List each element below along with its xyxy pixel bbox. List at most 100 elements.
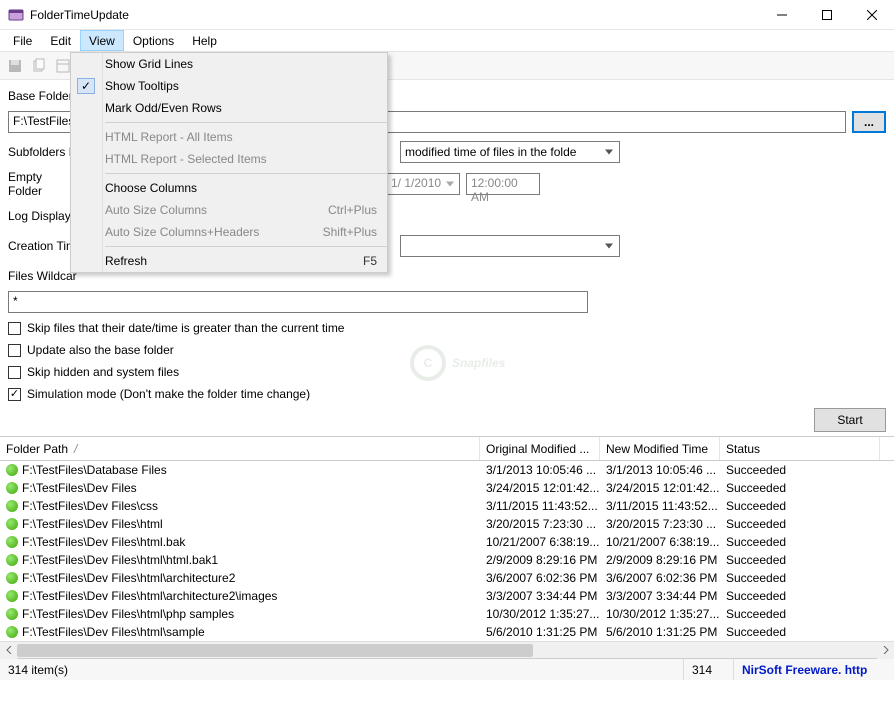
col-header-new[interactable]: New Modified Time xyxy=(600,437,720,460)
checkbox-skip-hidden[interactable] xyxy=(8,366,21,379)
creation-time-dropdown[interactable] xyxy=(400,235,620,257)
table-row[interactable]: F:\TestFiles\Dev Files\html\html.bak1 2/9… xyxy=(0,551,894,569)
status-link[interactable]: NirSoft Freeware. http xyxy=(734,659,894,680)
cell-new: 3/3/2007 3:34:44 PM xyxy=(600,589,720,603)
table-row[interactable]: F:\TestFiles\Dev Files\css 3/11/2015 11:4… xyxy=(0,497,894,515)
status-ok-icon xyxy=(6,572,18,584)
close-button[interactable] xyxy=(849,0,894,29)
table-row[interactable]: F:\TestFiles\Dev Files\html\architecture… xyxy=(0,569,894,587)
status-ok-icon xyxy=(6,590,18,602)
cell-path: F:\TestFiles\Dev Files\html\html.bak1 xyxy=(22,553,218,567)
cell-path: F:\TestFiles\Dev Files xyxy=(22,481,137,495)
cell-path: F:\TestFiles\Dev Files\html xyxy=(22,517,163,531)
menu-html-report-all[interactable]: HTML Report - All Items xyxy=(71,126,387,148)
cell-status: Succeeded xyxy=(720,463,880,477)
cell-status: Succeeded xyxy=(720,517,880,531)
cell-status: Succeeded xyxy=(720,625,880,639)
cell-orig: 10/21/2007 6:38:19... xyxy=(480,535,600,549)
menu-help[interactable]: Help xyxy=(183,30,226,51)
wildcard-label: Files Wildcar xyxy=(8,269,78,283)
status-ok-icon xyxy=(6,536,18,548)
start-button[interactable]: Start xyxy=(814,408,886,432)
menu-edit[interactable]: Edit xyxy=(41,30,80,51)
horizontal-scrollbar[interactable] xyxy=(0,641,894,658)
status-ok-icon xyxy=(6,464,18,476)
cell-path: F:\TestFiles\Dev Files\html\sample xyxy=(22,625,205,639)
subfolders-mode-dropdown[interactable]: modified time of files in the folde xyxy=(400,141,620,163)
cell-orig: 3/6/2007 6:02:36 PM xyxy=(480,571,600,585)
scroll-thumb[interactable] xyxy=(17,644,533,657)
cell-orig: 3/3/2007 3:34:44 PM xyxy=(480,589,600,603)
watermark: C Snapfiles xyxy=(410,345,505,381)
copy-icon[interactable] xyxy=(30,57,48,75)
checkbox-simulation[interactable] xyxy=(8,388,21,401)
browse-button[interactable]: ... xyxy=(852,111,886,133)
table-row[interactable]: F:\TestFiles\Dev Files\html 3/20/2015 7:2… xyxy=(0,515,894,533)
scroll-left-icon[interactable] xyxy=(0,642,17,659)
col-header-status[interactable]: Status xyxy=(720,437,880,460)
menu-show-tooltips[interactable]: ✓Show Tooltips xyxy=(71,75,387,97)
cell-path: F:\TestFiles\Database Files xyxy=(22,463,167,477)
minimize-button[interactable] xyxy=(759,0,804,29)
menu-file[interactable]: File xyxy=(4,30,41,51)
app-icon xyxy=(8,7,24,23)
cell-orig: 3/24/2015 12:01:42... xyxy=(480,481,600,495)
cell-path: F:\TestFiles\Dev Files\html\php samples xyxy=(22,607,234,621)
cell-path: F:\TestFiles\Dev Files\css xyxy=(22,499,158,513)
time-picker[interactable]: 12:00:00 AM xyxy=(466,173,540,195)
cell-new: 3/20/2015 7:23:30 ... xyxy=(600,517,720,531)
cell-new: 3/11/2015 11:43:52... xyxy=(600,499,720,513)
checkbox-simulation-label: Simulation mode (Don't make the folder t… xyxy=(27,387,310,401)
table-row[interactable]: F:\TestFiles\Dev Files\html\php samples 1… xyxy=(0,605,894,623)
status-count: 314 xyxy=(684,659,734,680)
creation-time-label: Creation Tim xyxy=(8,239,78,253)
cell-status: Succeeded xyxy=(720,607,880,621)
checkbox-update-base[interactable] xyxy=(8,344,21,357)
cell-new: 10/30/2012 1:35:27... xyxy=(600,607,720,621)
status-ok-icon xyxy=(6,554,18,566)
cell-orig: 2/9/2009 8:29:16 PM xyxy=(480,553,600,567)
cell-new: 3/24/2015 12:01:42... xyxy=(600,481,720,495)
status-ok-icon xyxy=(6,608,18,620)
table-row[interactable]: F:\TestFiles\Dev Files\html.bak 10/21/200… xyxy=(0,533,894,551)
menu-choose-columns[interactable]: Choose Columns xyxy=(71,177,387,199)
status-item-count: 314 item(s) xyxy=(0,659,684,680)
menu-refresh[interactable]: RefreshF5 xyxy=(71,250,387,272)
status-ok-icon xyxy=(6,482,18,494)
base-folder-label: Base Folder: xyxy=(8,89,78,103)
menu-options[interactable]: Options xyxy=(124,30,183,51)
cell-status: Succeeded xyxy=(720,589,880,603)
subfolders-label: Subfolders D xyxy=(8,145,78,159)
date-picker[interactable]: 1/ 1/2010 xyxy=(386,173,460,195)
table-row[interactable]: F:\TestFiles\Database Files 3/1/2013 10:0… xyxy=(0,461,894,479)
statusbar: 314 item(s) 314 NirSoft Freeware. http xyxy=(0,658,894,680)
cell-path: F:\TestFiles\Dev Files\html.bak xyxy=(22,535,185,549)
save-icon[interactable] xyxy=(6,57,24,75)
checkbox-skip-hidden-label: Skip hidden and system files xyxy=(27,365,179,379)
scroll-right-icon[interactable] xyxy=(877,642,894,659)
view-dropdown-menu: Show Grid Lines ✓Show Tooltips Mark Odd/… xyxy=(70,52,388,273)
table-row[interactable]: F:\TestFiles\Dev Files\html\sample 5/6/20… xyxy=(0,623,894,641)
table-row[interactable]: F:\TestFiles\Dev Files 3/24/2015 12:01:42… xyxy=(0,479,894,497)
menu-auto-size-columns[interactable]: Auto Size ColumnsCtrl+Plus xyxy=(71,199,387,221)
checkbox-update-base-label: Update also the base folder xyxy=(27,343,174,357)
menu-view[interactable]: View xyxy=(80,30,124,51)
menu-show-grid-lines[interactable]: Show Grid Lines xyxy=(71,53,387,75)
window-title: FolderTimeUpdate xyxy=(30,8,759,22)
cell-orig: 5/6/2010 1:31:25 PM xyxy=(480,625,600,639)
wildcard-input[interactable]: * xyxy=(8,291,588,313)
empty-folders-label: Empty Folder xyxy=(8,170,78,198)
maximize-button[interactable] xyxy=(804,0,849,29)
menu-auto-size-headers[interactable]: Auto Size Columns+HeadersShift+Plus xyxy=(71,221,387,243)
cell-orig: 3/1/2013 10:05:46 ... xyxy=(480,463,600,477)
results-grid: Folder Path/ Original Modified ... New M… xyxy=(0,436,894,641)
col-header-path[interactable]: Folder Path/ xyxy=(0,437,480,460)
titlebar: FolderTimeUpdate xyxy=(0,0,894,30)
cell-status: Succeeded xyxy=(720,499,880,513)
checkbox-skip-future[interactable] xyxy=(8,322,21,335)
menu-mark-odd-even[interactable]: Mark Odd/Even Rows xyxy=(71,97,387,119)
status-ok-icon xyxy=(6,626,18,638)
table-row[interactable]: F:\TestFiles\Dev Files\html\architecture… xyxy=(0,587,894,605)
col-header-orig[interactable]: Original Modified ... xyxy=(480,437,600,460)
menu-html-report-selected[interactable]: HTML Report - Selected Items xyxy=(71,148,387,170)
